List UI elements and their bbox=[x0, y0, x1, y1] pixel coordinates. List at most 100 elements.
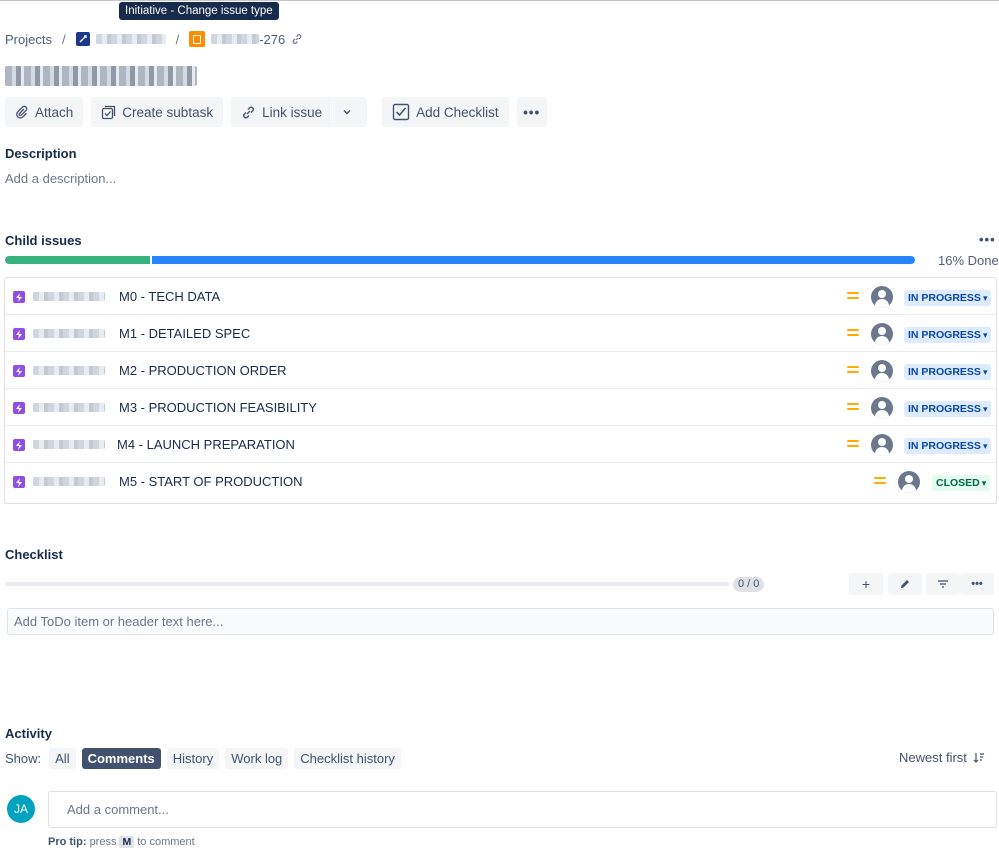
assignee-avatar-icon[interactable] bbox=[871, 434, 893, 456]
issue-title-redacted[interactable] bbox=[5, 66, 197, 86]
status-label: IN PROGRESS bbox=[908, 292, 981, 304]
filter-history-button[interactable]: History bbox=[166, 748, 220, 769]
child-issues-table: M0 - TECH DATA IN PROGRESS ▾ M1 - DETAILE… bbox=[4, 277, 997, 504]
checklist-filter-button[interactable] bbox=[926, 573, 960, 595]
child-issue-row[interactable]: M5 - START OF PRODUCTION CLOSED ▾ bbox=[5, 463, 996, 500]
child-issue-summary[interactable]: M4 - LAUNCH PREPARATION bbox=[117, 437, 295, 452]
checklist-more-button[interactable]: ••• bbox=[960, 573, 994, 595]
breadcrumb-project-name-redacted[interactable] bbox=[95, 34, 166, 44]
child-issue-key-redacted[interactable] bbox=[33, 292, 105, 301]
child-issue-key-redacted[interactable] bbox=[33, 477, 105, 486]
priority-medium-icon bbox=[847, 329, 859, 338]
status-dropdown[interactable]: IN PROGRESS ▾ bbox=[904, 327, 992, 343]
sort-icon bbox=[973, 753, 984, 763]
show-label: Show: bbox=[5, 751, 42, 766]
epic-icon bbox=[13, 476, 25, 488]
attach-button[interactable]: Attach bbox=[5, 97, 84, 127]
more-icon: ••• bbox=[971, 578, 983, 590]
status-dropdown[interactable]: IN PROGRESS ▾ bbox=[904, 290, 992, 306]
pro-tip-press: press bbox=[89, 836, 117, 848]
status-label: IN PROGRESS bbox=[908, 403, 981, 415]
progress-percent-label: 16% Done bbox=[938, 253, 999, 268]
checklist-progress-bar bbox=[5, 582, 729, 586]
status-dropdown[interactable]: IN PROGRESS ▾ bbox=[904, 401, 992, 417]
child-issues-progress-bar bbox=[5, 256, 915, 264]
link-issue-button[interactable]: Link issue bbox=[231, 97, 333, 127]
child-issue-key-redacted[interactable] bbox=[33, 329, 105, 338]
child-issue-summary[interactable]: M2 - PRODUCTION ORDER bbox=[119, 363, 287, 378]
sort-order-label: Newest first bbox=[899, 750, 967, 765]
status-label: IN PROGRESS bbox=[908, 366, 981, 378]
child-issue-row[interactable]: M3 - PRODUCTION FEASIBILITY IN PROGRESS ▾ bbox=[5, 389, 996, 426]
epic-icon bbox=[13, 365, 25, 377]
child-issue-key-redacted[interactable] bbox=[33, 366, 105, 375]
filter-worklog-button[interactable]: Work log bbox=[225, 748, 289, 769]
breadcrumb: Projects / / -276 bbox=[5, 29, 303, 49]
filter-icon bbox=[938, 580, 948, 588]
assignee-avatar-icon[interactable] bbox=[898, 471, 920, 493]
checklist-add-item-input[interactable]: Add ToDo item or header text here... bbox=[7, 608, 994, 635]
child-issue-key-redacted[interactable] bbox=[33, 403, 105, 412]
breadcrumb-projects-link[interactable]: Projects bbox=[5, 32, 52, 47]
chevron-down-icon: ▾ bbox=[982, 293, 988, 303]
issue-toolbar: Attach Create subtask Link issue Add Che… bbox=[5, 97, 555, 127]
child-issue-key-redacted[interactable] bbox=[33, 440, 105, 449]
priority-medium-icon bbox=[874, 477, 886, 486]
assignee-avatar-icon[interactable] bbox=[871, 323, 893, 345]
sort-order-button[interactable]: Newest first bbox=[899, 750, 985, 765]
status-dropdown[interactable]: CLOSED ▾ bbox=[932, 475, 991, 491]
description-heading: Description bbox=[5, 146, 77, 161]
create-subtask-label: Create subtask bbox=[122, 104, 214, 120]
child-issue-summary[interactable]: M0 - TECH DATA bbox=[119, 289, 220, 304]
create-subtask-button[interactable]: Create subtask bbox=[91, 97, 224, 127]
priority-medium-icon bbox=[847, 440, 859, 449]
breadcrumb-separator: / bbox=[61, 31, 66, 47]
assignee-avatar-icon[interactable] bbox=[871, 286, 893, 308]
copy-link-icon[interactable] bbox=[291, 33, 303, 45]
add-comment-input[interactable]: Add a comment... bbox=[48, 791, 997, 828]
add-checklist-button[interactable]: Add Checklist bbox=[382, 97, 509, 127]
filter-all-button[interactable]: All bbox=[49, 748, 76, 769]
status-dropdown[interactable]: IN PROGRESS ▾ bbox=[904, 438, 992, 454]
child-issue-summary[interactable]: M5 - START OF PRODUCTION bbox=[119, 474, 302, 489]
status-label: CLOSED bbox=[936, 477, 980, 489]
more-actions-button[interactable]: ••• bbox=[516, 97, 547, 127]
activity-filter-row: Show: All Comments History Work log Chec… bbox=[5, 748, 407, 769]
child-issue-row[interactable]: M0 - TECH DATA IN PROGRESS ▾ bbox=[5, 278, 996, 315]
attach-label: Attach bbox=[35, 104, 74, 120]
description-placeholder[interactable]: Add a description... bbox=[5, 171, 116, 186]
status-label: IN PROGRESS bbox=[908, 329, 981, 341]
checklist-edit-button[interactable] bbox=[888, 573, 922, 595]
checklist-heading: Checklist bbox=[5, 547, 63, 562]
child-issue-summary[interactable]: M3 - PRODUCTION FEASIBILITY bbox=[119, 400, 317, 415]
chevron-down-icon bbox=[343, 109, 351, 115]
child-issues-more-button[interactable]: ••• bbox=[979, 232, 996, 247]
status-dropdown[interactable]: IN PROGRESS ▾ bbox=[904, 364, 992, 380]
child-issue-summary[interactable]: M1 - DETAILED SPEC bbox=[119, 326, 250, 341]
activity-heading: Activity bbox=[5, 726, 52, 741]
current-user-avatar[interactable]: JA bbox=[7, 795, 35, 823]
assignee-avatar-icon[interactable] bbox=[871, 397, 893, 419]
breadcrumb-issue-key-suffix[interactable]: -276 bbox=[259, 32, 285, 47]
add-checklist-label: Add Checklist bbox=[416, 104, 499, 120]
child-issue-row[interactable]: M1 - DETAILED SPEC IN PROGRESS ▾ bbox=[5, 315, 996, 352]
assignee-avatar-icon[interactable] bbox=[871, 360, 893, 382]
project-rocket-icon bbox=[75, 32, 90, 46]
top-border bbox=[0, 0, 999, 1]
keyboard-shortcut-key: M bbox=[119, 836, 135, 848]
priority-medium-icon bbox=[847, 292, 859, 301]
pro-tip: Pro tip: press Mto comment bbox=[48, 836, 195, 848]
initiative-issue-type-icon[interactable] bbox=[189, 31, 206, 47]
link-issue-dropdown-button[interactable] bbox=[333, 97, 368, 127]
filter-checklist-history-button[interactable]: Checklist history bbox=[294, 748, 401, 769]
checkbox-icon bbox=[392, 103, 410, 121]
child-issue-row[interactable]: M2 - PRODUCTION ORDER IN PROGRESS ▾ bbox=[5, 352, 996, 389]
filter-comments-button[interactable]: Comments bbox=[81, 748, 161, 769]
child-issue-row[interactable]: M4 - LAUNCH PREPARATION IN PROGRESS ▾ bbox=[5, 426, 996, 463]
progress-in-progress-segment bbox=[152, 256, 915, 264]
chevron-down-icon: ▾ bbox=[982, 441, 988, 451]
checklist-add-button[interactable]: + bbox=[849, 573, 883, 595]
breadcrumb-issue-key-redacted[interactable] bbox=[211, 34, 260, 44]
progress-done-segment bbox=[5, 256, 150, 264]
chevron-down-icon: ▾ bbox=[981, 478, 987, 488]
